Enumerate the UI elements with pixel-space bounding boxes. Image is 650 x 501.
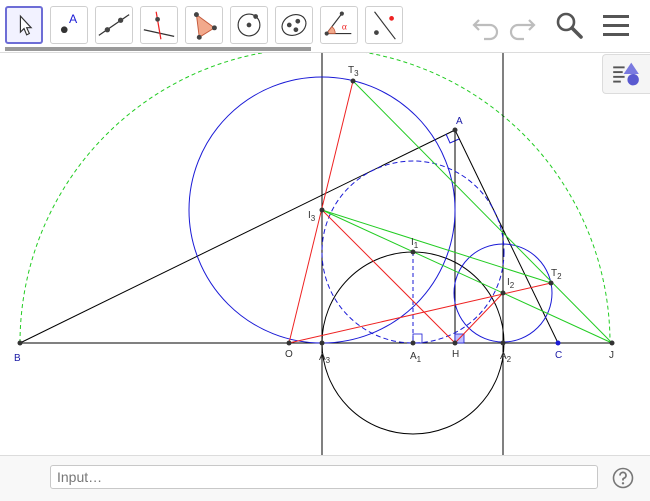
conic-tool-button[interactable] xyxy=(275,6,313,44)
toolbar: A α xyxy=(0,0,650,53)
perpendicular-line-icon xyxy=(143,11,175,40)
point-a3[interactable] xyxy=(319,340,325,346)
label-a3: A3 xyxy=(319,352,331,365)
polygon-tool-button[interactable] xyxy=(185,6,223,44)
label-c: C xyxy=(555,350,562,361)
perpendicular-tool-button[interactable] xyxy=(140,6,178,44)
redo-button[interactable] xyxy=(506,10,538,42)
undo-icon xyxy=(472,19,499,41)
line-i3-h xyxy=(321,209,456,344)
main-menu-button[interactable] xyxy=(600,10,632,42)
angle-tool-button[interactable]: α xyxy=(320,6,358,44)
line-icon xyxy=(98,14,130,36)
label-a1: A1 xyxy=(410,351,422,364)
circle-tool-button[interactable] xyxy=(230,6,268,44)
polygon-icon xyxy=(193,12,217,40)
point-i1[interactable] xyxy=(410,249,416,255)
point-t3[interactable] xyxy=(350,78,356,84)
point-h[interactable] xyxy=(452,340,458,346)
point-j[interactable] xyxy=(609,340,615,346)
point-b[interactable] xyxy=(17,340,23,346)
graphics-view[interactable]: B O A3 A1 H A2 C J A T3 I3 I1 I2 T2 xyxy=(0,53,650,455)
undo-button[interactable] xyxy=(470,10,502,42)
geometry-canvas[interactable]: B O A3 A1 H A2 C J A T3 I3 I1 I2 T2 xyxy=(0,53,650,455)
label-t3: T3 xyxy=(348,65,359,78)
help-button[interactable] xyxy=(612,467,634,489)
points-group xyxy=(17,78,615,346)
label-h: H xyxy=(452,349,459,360)
search-button[interactable] xyxy=(553,10,585,42)
point-c[interactable] xyxy=(555,340,561,346)
reflect-icon xyxy=(374,11,396,40)
input-field[interactable] xyxy=(50,465,598,489)
reflect-tool-button[interactable] xyxy=(365,6,403,44)
move-arrow-icon xyxy=(19,14,33,36)
point-a[interactable] xyxy=(452,127,458,133)
point-a2[interactable] xyxy=(500,340,506,346)
style-bar-icon xyxy=(613,62,639,86)
tangent-t3-j xyxy=(352,80,613,344)
input-bar xyxy=(0,455,650,501)
line-i3-j xyxy=(321,209,613,344)
help-icon xyxy=(612,467,634,489)
label-i1: I1 xyxy=(411,237,419,250)
point-i2[interactable] xyxy=(500,290,506,296)
point-o[interactable] xyxy=(286,340,292,346)
side-ba xyxy=(19,129,456,344)
line-tool-button[interactable] xyxy=(95,6,133,44)
angle-tool-label: α xyxy=(342,23,347,33)
label-j: J xyxy=(609,350,614,361)
label-o: O xyxy=(285,349,293,360)
point-tool-label: A xyxy=(69,12,78,26)
circle-center-point-icon xyxy=(237,13,261,37)
tool-selection-underline xyxy=(5,47,311,51)
conic-through-points-icon xyxy=(281,14,307,36)
point-icon: A xyxy=(60,12,78,34)
point-i3[interactable] xyxy=(319,207,325,213)
style-bar-toggle-button[interactable] xyxy=(602,54,650,94)
label-b: B xyxy=(14,353,21,364)
move-tool-button[interactable] xyxy=(5,6,43,44)
menu-icon xyxy=(603,15,629,36)
label-i2: I2 xyxy=(507,277,515,290)
search-icon xyxy=(556,12,583,39)
point-t2[interactable] xyxy=(548,280,554,286)
point-a1[interactable] xyxy=(410,340,416,346)
label-a: A xyxy=(456,116,463,127)
point-tool-button[interactable]: A xyxy=(50,6,88,44)
label-t2: T2 xyxy=(551,268,562,281)
label-i3: I3 xyxy=(308,210,316,223)
angle-icon: α xyxy=(324,11,352,36)
redo-icon xyxy=(509,19,536,41)
